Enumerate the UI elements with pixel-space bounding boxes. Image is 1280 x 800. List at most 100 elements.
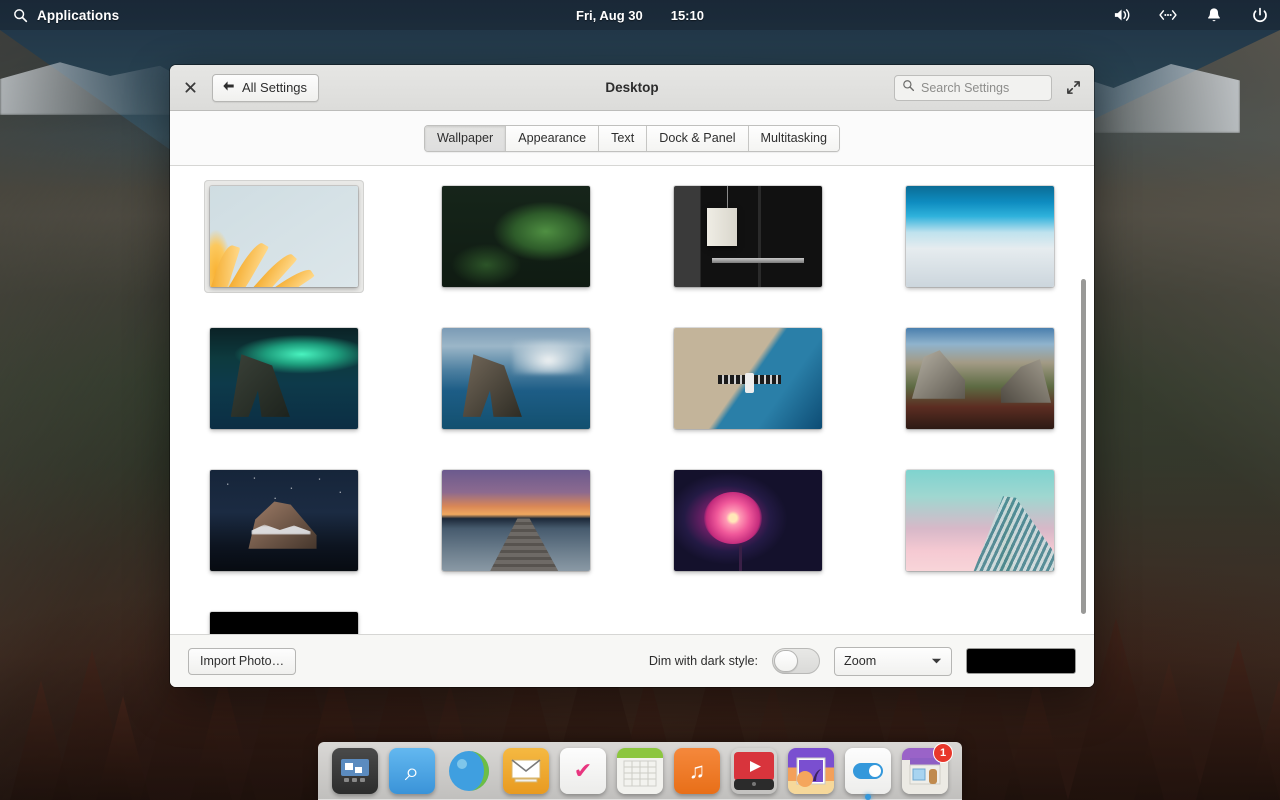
maximize-button[interactable] <box>1062 77 1084 99</box>
import-photo-label: Import Photo… <box>200 654 284 668</box>
panel-clock[interactable]: Fri, Aug 30 15:10 <box>0 8 1280 23</box>
wallpaper-option-sunflower-petals[interactable] <box>204 180 364 293</box>
thumbnail-detail <box>912 350 965 398</box>
thumbnail-detail <box>704 492 762 544</box>
mail-icon <box>510 758 542 784</box>
tree-silhouette <box>1004 676 1068 800</box>
switchboard-icon <box>852 762 884 780</box>
wallpaper-option-yosemite-valley[interactable] <box>900 322 1060 435</box>
dock-item-videos[interactable] <box>731 748 777 794</box>
search-input[interactable] <box>921 81 1044 95</box>
running-indicator <box>865 794 871 800</box>
dock-item-files[interactable]: ⌕ <box>389 748 435 794</box>
search-settings-box[interactable] <box>894 75 1052 101</box>
tab-appearance[interactable]: Appearance <box>506 126 599 151</box>
wallpaper-option-pink-dahlia[interactable] <box>668 464 828 577</box>
wallpaper-thumbnail <box>210 328 358 429</box>
all-settings-button[interactable]: All Settings <box>212 74 319 102</box>
wallpaper-thumbnail <box>442 186 590 287</box>
dock-item-photos[interactable] <box>788 748 834 794</box>
tab-label: Dock & Panel <box>659 131 735 145</box>
tab-multitasking[interactable]: Multitasking <box>749 126 840 151</box>
dock-item-calendar[interactable] <box>617 748 663 794</box>
wallpaper-option-green-fern[interactable] <box>436 180 596 293</box>
music-icon: ♫ <box>689 760 706 782</box>
tab-text[interactable]: Text <box>599 126 647 151</box>
wallpaper-fit-select[interactable]: Zoom <box>834 647 952 676</box>
thumbnail-detail <box>707 208 737 246</box>
wallpaper-thumbnail <box>210 186 358 287</box>
vertical-scrollbar[interactable] <box>1081 279 1086 614</box>
thumbnail-detail <box>727 186 728 208</box>
dock-item-switchboard[interactable] <box>845 748 891 794</box>
dock-item-appcenter[interactable]: 1 <box>902 748 948 794</box>
top-panel: Applications Fri, Aug 30 15:10 <box>0 0 1280 30</box>
wallpaper-fit-value: Zoom <box>844 654 876 668</box>
tab-label: Wallpaper <box>437 131 493 145</box>
system-settings-window: All Settings Desktop Wallpaper Appearance <box>170 65 1094 687</box>
wallpaper-grid-area <box>170 166 1094 634</box>
settings-tabbar: Wallpaper Appearance Text Dock & Panel Multi… <box>170 111 1094 166</box>
tab-group: Wallpaper Appearance Text Dock & Panel Multi… <box>424 125 840 152</box>
panel-indicators <box>1112 5 1270 25</box>
sound-icon[interactable] <box>1112 5 1132 25</box>
wallpaper-option-sunset-pier[interactable] <box>436 464 596 577</box>
thumbnail-detail <box>231 354 290 417</box>
applications-label: Applications <box>37 8 119 23</box>
dim-with-dark-style-label: Dim with dark style: <box>649 654 758 668</box>
session-power-icon[interactable] <box>1250 5 1270 25</box>
close-button[interactable] <box>177 75 203 101</box>
dock-item-music[interactable]: ♫ <box>674 748 720 794</box>
window-titlebar: All Settings Desktop <box>170 65 1094 111</box>
search-icon <box>902 79 915 97</box>
dock-item-system-settings[interactable] <box>332 748 378 794</box>
panel-date: Fri, Aug 30 <box>576 8 643 23</box>
wallpaper-thumbnail <box>906 328 1054 429</box>
dock: ⌕ ✔ ♫ 1 <box>318 742 962 800</box>
wallpaper-option-solid-black[interactable] <box>204 606 364 634</box>
web-browser-icon <box>448 750 490 792</box>
wallpaper-thumbnail <box>674 470 822 571</box>
titlebar-right-group <box>894 75 1094 101</box>
wallpaper-thumbnail <box>674 186 822 287</box>
applications-menu[interactable]: Applications <box>0 5 119 25</box>
wallpaper-option-pastel-tower[interactable] <box>900 464 1060 577</box>
tab-label: Appearance <box>518 131 586 145</box>
wallpaper-option-drangarnir-arch[interactable] <box>436 322 596 435</box>
thumbnail-detail <box>712 258 804 263</box>
tab-wallpaper[interactable]: Wallpaper <box>425 126 506 151</box>
thumbnail-detail <box>739 545 742 571</box>
thumbnail-detail <box>513 340 584 374</box>
wallpaper-option-paper-lantern[interactable] <box>668 180 828 293</box>
wallpaper-thumbnail <box>210 612 358 634</box>
wallpaper-thumbnail <box>674 328 822 429</box>
wallpaper-option-half-dome-night[interactable] <box>204 464 364 577</box>
wallpaper-option-aerial-coastline[interactable] <box>668 322 828 435</box>
all-settings-label: All Settings <box>242 80 307 95</box>
wallpaper-thumbnail <box>906 470 1054 571</box>
dim-with-dark-style-toggle[interactable] <box>772 648 820 674</box>
wallpaper-option-aurora-sea-stack[interactable] <box>204 322 364 435</box>
tab-label: Multitasking <box>761 131 828 145</box>
dock-item-tasks[interactable]: ✔ <box>560 748 606 794</box>
notifications-icon[interactable] <box>1204 5 1224 25</box>
network-icon[interactable] <box>1158 5 1178 25</box>
system-settings-icon <box>340 758 370 784</box>
thumbnail-detail <box>1001 354 1051 402</box>
thumbnail-detail <box>745 373 754 393</box>
background-color-swatch[interactable] <box>966 648 1076 674</box>
chevron-down-icon <box>931 654 942 668</box>
wallpaper-thumbnail <box>210 470 358 571</box>
calendar-icon <box>623 755 657 787</box>
notification-badge: 1 <box>933 743 953 763</box>
toggle-knob <box>774 650 798 672</box>
tab-dock-panel[interactable]: Dock & Panel <box>647 126 748 151</box>
wallpaper-option-turquoise-surf[interactable] <box>900 180 1060 293</box>
wallpaper-actionbar: Import Photo… Dim with dark style: Zoom <box>170 634 1094 687</box>
arrow-left-icon <box>222 80 235 95</box>
import-photo-button[interactable]: Import Photo… <box>188 648 296 675</box>
dock-item-web-browser[interactable] <box>446 748 492 794</box>
videos-icon <box>734 752 774 790</box>
dock-item-mail[interactable] <box>503 748 549 794</box>
wallpaper-thumbnail <box>442 470 590 571</box>
